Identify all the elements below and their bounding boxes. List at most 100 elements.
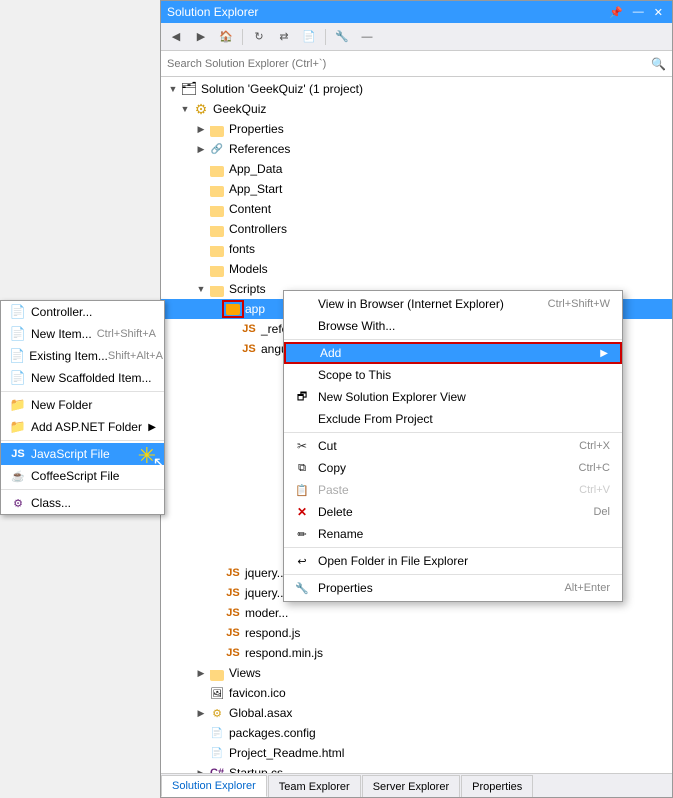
rm-add-arrow: ▶ [600, 348, 608, 359]
rm-rename[interactable]: ✏ Rename [284, 523, 622, 545]
lm-newfolder[interactable]: 📁 New Folder [1, 394, 164, 416]
expand-refs[interactable] [193, 141, 209, 157]
rm-properties[interactable]: 🔧 Properties Alt+Enter [284, 577, 622, 599]
rm-copy[interactable]: ⧉ Copy Ctrl+C [284, 457, 622, 479]
lm-sep1 [1, 391, 164, 392]
tab-properties[interactable]: Properties [461, 775, 533, 797]
app-label: app [245, 302, 265, 316]
back-button[interactable]: ◀ [165, 26, 187, 48]
close-button[interactable]: ✕ [651, 6, 666, 19]
pages-button[interactable]: 📄 [298, 26, 320, 48]
minimize-panel-button[interactable]: — [356, 26, 378, 48]
respondmin-icon: JS [225, 645, 241, 661]
projectreadme-label: Project_Readme.html [229, 746, 344, 760]
right-context-menu: View in Browser (Internet Explorer) Ctrl… [283, 290, 623, 602]
tree-item-models[interactable]: Models [161, 259, 672, 279]
tree-item-geekquiz[interactable]: ⚙ GeekQuiz [161, 99, 672, 119]
rm-scopeto[interactable]: Scope to This [284, 364, 622, 386]
rm-add[interactable]: Add ▶ [284, 342, 622, 364]
expand-props[interactable] [193, 121, 209, 137]
lm-jsfile[interactable]: JS JavaScript File ✳ ↖ [1, 443, 164, 465]
tree-item-respond[interactable]: JS respond.js [161, 623, 672, 643]
tree-item-global[interactable]: ⚙ Global.asax [161, 703, 672, 723]
refere-icon: JS [241, 321, 257, 337]
pin-button[interactable]: 📌 [606, 6, 626, 19]
lm-addasp[interactable]: 📁 Add ASP.NET Folder ▶ [1, 416, 164, 438]
tree-item-views[interactable]: Views [161, 663, 672, 683]
search-input[interactable] [167, 58, 651, 70]
rm-viewinbrowser[interactable]: View in Browser (Internet Explorer) Ctrl… [284, 293, 622, 315]
properties-label: Properties [229, 122, 284, 136]
tree-item-solution[interactable]: 🗂 Solution 'GeekQuiz' (1 project) [161, 79, 672, 99]
scripts-label: Scripts [229, 282, 266, 296]
tab-server-explorer[interactable]: Server Explorer [362, 775, 460, 797]
search-bar: 🔍 [161, 51, 672, 77]
geekquiz-label: GeekQuiz [213, 102, 266, 116]
rm-properties-label: Properties [318, 581, 373, 595]
home-button[interactable]: 🏠 [215, 26, 237, 48]
tree-item-appstart[interactable]: App_Start [161, 179, 672, 199]
rm-openfolder[interactable]: ↩ Open Folder in File Explorer [284, 550, 622, 572]
respondmin-label: respond.min.js [245, 646, 323, 660]
jsfile-icon: JS [9, 448, 27, 460]
tree-item-respondmin[interactable]: JS respond.min.js [161, 643, 672, 663]
tree-item-appdata[interactable]: App_Data [161, 159, 672, 179]
models-icon [209, 261, 225, 277]
class-icon: ⚙ [9, 497, 27, 510]
lm-newscaffolded[interactable]: 📄 New Scaffolded Item... [1, 367, 164, 389]
delete-icon: ✕ [292, 505, 312, 519]
lm-controller[interactable]: 📄 Controller... [1, 301, 164, 323]
tab-team-explorer[interactable]: Team Explorer [268, 775, 361, 797]
filter-button[interactable]: 🔧 [331, 26, 353, 48]
minimize-button[interactable]: — [630, 6, 647, 18]
lm-existingitem[interactable]: 📄 Existing Item... Shift+Alt+A [1, 345, 164, 367]
models-label: Models [229, 262, 268, 276]
appdata-label: App_Data [229, 162, 282, 176]
packages-icon: 📄 [209, 725, 225, 741]
expand-geekquiz[interactable] [177, 101, 193, 117]
tree-item-references[interactable]: 🔗 References [161, 139, 672, 159]
forward-button[interactable]: ▶ [190, 26, 212, 48]
controllers-icon [209, 221, 225, 237]
lm-newitem[interactable]: 📄 New Item... Ctrl+Shift+A [1, 323, 164, 345]
tree-item-content[interactable]: Content [161, 199, 672, 219]
lm-controller-label: Controller... [31, 305, 92, 319]
rm-paste[interactable]: 📋 Paste Ctrl+V [284, 479, 622, 501]
solution-icon: 🗂 [181, 81, 197, 97]
tree-item-fonts[interactable]: fonts [161, 239, 672, 259]
toolbar-sep-1 [242, 29, 243, 45]
rm-cut[interactable]: ✂ Cut Ctrl+X [284, 435, 622, 457]
lm-sep2 [1, 440, 164, 441]
rm-exclude[interactable]: Exclude From Project [284, 408, 622, 430]
rm-newsolution[interactable]: 🗗 New Solution Explorer View [284, 386, 622, 408]
tree-item-moderniz[interactable]: JS moder... [161, 603, 672, 623]
jquery1-icon: JS [225, 565, 241, 581]
rm-delete[interactable]: ✕ Delete Del [284, 501, 622, 523]
tree-item-projectreadme[interactable]: 📄 Project_Readme.html [161, 743, 672, 763]
newitem-icon: 📄 [9, 326, 27, 342]
references-icon: 🔗 [209, 141, 225, 157]
expand-scripts[interactable] [193, 281, 209, 297]
appstart-label: App_Start [229, 182, 282, 196]
newfolder-icon: 📁 [9, 397, 27, 413]
rm-browsewith[interactable]: Browse With... [284, 315, 622, 337]
lm-class[interactable]: ⚙ Class... [1, 492, 164, 514]
tree-item-startup[interactable]: C# Startup.cs [161, 763, 672, 773]
favicon-label: favicon.ico [229, 686, 286, 700]
expand-startup[interactable] [193, 765, 209, 773]
refresh-button[interactable]: ↻ [248, 26, 270, 48]
expand-global[interactable] [193, 705, 209, 721]
rm-sep4 [284, 574, 622, 575]
solution-label: Solution 'GeekQuiz' (1 project) [201, 82, 363, 96]
controller-icon: 📄 [9, 304, 27, 320]
tree-item-packages[interactable]: 📄 packages.config [161, 723, 672, 743]
search-icon: 🔍 [651, 57, 666, 71]
tab-solution-explorer[interactable]: Solution Explorer [161, 775, 267, 797]
sync-button[interactable]: ⇄ [273, 26, 295, 48]
tree-item-controllers[interactable]: Controllers [161, 219, 672, 239]
tree-item-favicon[interactable]: 🖼 favicon.ico [161, 683, 672, 703]
tree-item-properties[interactable]: Properties [161, 119, 672, 139]
views-icon [209, 665, 225, 681]
expand-views[interactable] [193, 665, 209, 681]
expand-solution[interactable] [165, 81, 181, 97]
